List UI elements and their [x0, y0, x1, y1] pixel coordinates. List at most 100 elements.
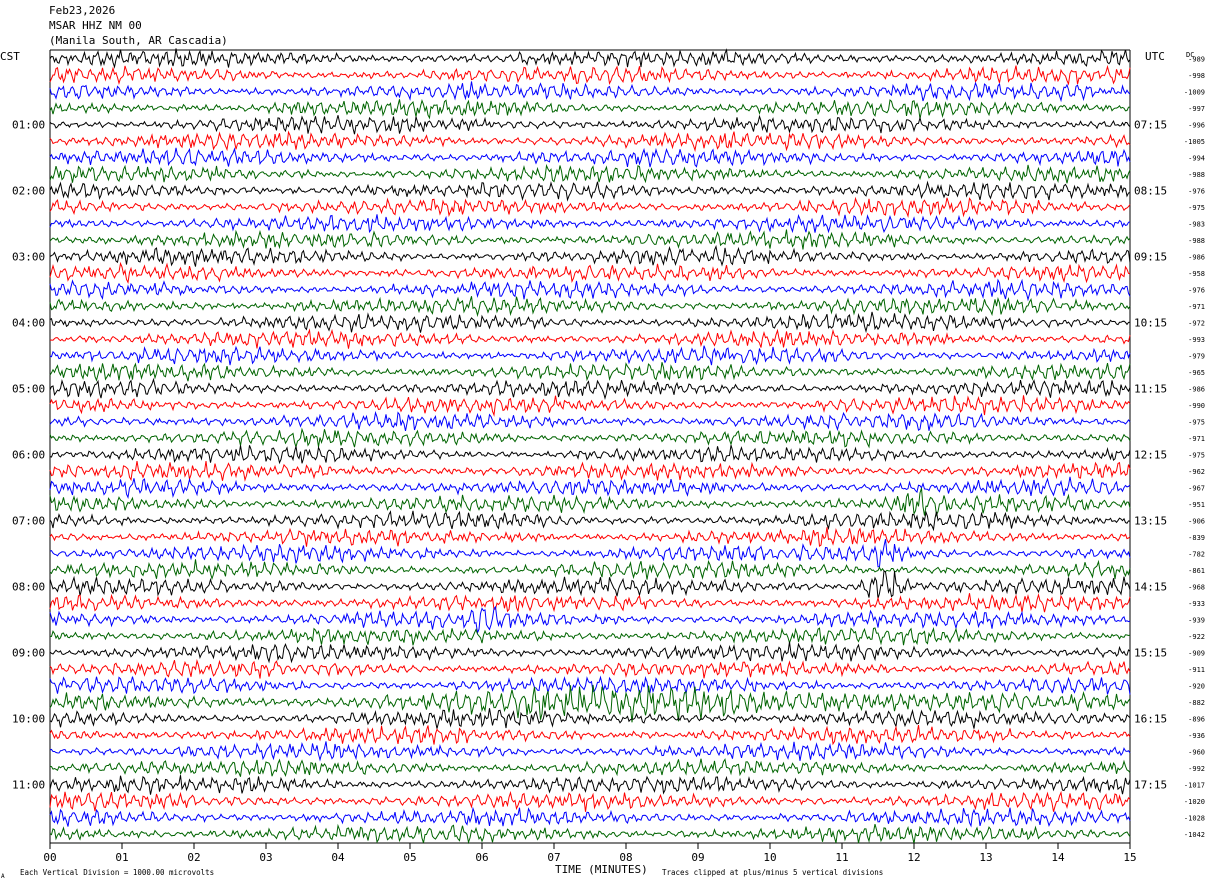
right-time-label: 15:15	[1134, 647, 1167, 660]
dc-offset-label: -1005	[1184, 138, 1205, 146]
x-tick-label: 15	[1123, 851, 1136, 864]
dc-offset-label: -967	[1188, 485, 1205, 493]
right-time-label: 07:15	[1134, 119, 1167, 132]
trace-line	[49, 98, 1131, 120]
dc-offset-label: -920	[1188, 683, 1205, 691]
right-time-label: 11:15	[1134, 383, 1167, 396]
trace-line	[49, 445, 1131, 465]
trace-line	[49, 296, 1131, 318]
trace-line	[49, 570, 1131, 599]
right-timezone-label: UTC	[1145, 50, 1165, 63]
left-time-label: 01:00	[12, 119, 45, 132]
trace-line	[49, 539, 1131, 568]
left-time-label: 05:00	[12, 383, 45, 396]
dc-offset-label: -971	[1188, 303, 1205, 311]
trace-line	[49, 64, 1131, 86]
trace-line	[49, 823, 1131, 845]
trace-line	[49, 593, 1131, 613]
right-time-label: 08:15	[1134, 185, 1167, 198]
dc-offset-label: -979	[1188, 353, 1205, 361]
trace-line	[49, 114, 1131, 135]
dc-offset-label: -993	[1188, 336, 1205, 344]
dc-offset-label: -958	[1188, 270, 1205, 278]
trace-line	[49, 758, 1131, 777]
dc-offset-label: -975	[1188, 452, 1205, 460]
trace-line	[49, 362, 1131, 382]
x-tick-label: 13	[979, 851, 992, 864]
trace-line	[49, 790, 1131, 812]
dc-offset-label: -971	[1188, 435, 1205, 443]
left-time-label: 11:00	[12, 779, 45, 792]
left-time-label: 09:00	[12, 647, 45, 660]
left-time-label: 07:00	[12, 515, 45, 528]
x-tick-label: 11	[835, 851, 848, 864]
trace-line	[49, 328, 1131, 349]
right-time-label: 14:15	[1134, 581, 1167, 594]
dc-offset-label: -972	[1188, 320, 1205, 328]
trace-line	[49, 278, 1131, 302]
dc-offset-label: -782	[1188, 551, 1205, 559]
dc-offset-label: -989	[1188, 56, 1205, 64]
dc-offset-label: -1009	[1184, 89, 1205, 97]
dc-offset-label: -988	[1188, 237, 1205, 245]
trace-line	[49, 510, 1131, 532]
trace-line	[49, 311, 1131, 334]
trace-line	[49, 806, 1131, 828]
right-time-label: 16:15	[1134, 713, 1167, 726]
trace-line	[49, 708, 1131, 729]
dc-offset-label: -1028	[1184, 815, 1205, 823]
right-time-label: 17:15	[1134, 779, 1167, 792]
trace-line	[49, 658, 1131, 679]
trace-line	[49, 261, 1131, 285]
dc-offset-label: -976	[1188, 287, 1205, 295]
dc-offset-label: -951	[1188, 501, 1205, 509]
dc-offset-label: -998	[1188, 72, 1205, 80]
dc-offset-label: -1042	[1184, 831, 1205, 839]
trace-line	[49, 345, 1131, 366]
dc-offset-label: -1017	[1184, 782, 1205, 790]
dc-offset-label: -968	[1188, 584, 1205, 592]
trace-line	[49, 244, 1131, 267]
left-time-label: 02:00	[12, 185, 45, 198]
corner-mark: A	[1, 873, 5, 880]
trace-line	[49, 377, 1131, 400]
trace-line	[49, 725, 1131, 746]
dc-offset-label: -997	[1188, 105, 1205, 113]
right-time-label: 13:15	[1134, 515, 1167, 528]
trace-line	[49, 48, 1131, 69]
dc-offset-label: -939	[1188, 617, 1205, 625]
left-time-label: 04:00	[12, 317, 45, 330]
dc-offset-label: -911	[1188, 666, 1205, 674]
trace-line	[49, 741, 1131, 762]
trace-line	[49, 488, 1131, 517]
right-time-label: 10:15	[1134, 317, 1167, 330]
trace-line	[49, 527, 1131, 547]
dc-offset-label: -909	[1188, 650, 1205, 658]
trace-line	[49, 196, 1131, 218]
dc-offset-label: -933	[1188, 600, 1205, 608]
trace-line	[49, 180, 1131, 202]
x-tick-label: 01	[115, 851, 128, 864]
dc-offset-label: -1020	[1184, 798, 1205, 806]
x-tick-label: 14	[1051, 851, 1065, 864]
left-timezone-label: CST	[0, 50, 20, 63]
trace-line	[49, 675, 1131, 696]
dc-offset-label: -922	[1188, 633, 1205, 641]
trace-line	[49, 427, 1131, 449]
dc-offset-label: -976	[1188, 188, 1205, 196]
right-time-label: 09:15	[1134, 251, 1167, 264]
left-time-label: 03:00	[12, 251, 45, 264]
trace-line	[49, 559, 1131, 581]
x-tick-label: 09	[691, 851, 704, 864]
dc-offset-label: -965	[1188, 369, 1205, 377]
helicorder-plot: CST UTC DC 01:0002:0003:0004:0005:0006:0…	[0, 48, 1205, 880]
dc-offset-label: -986	[1188, 386, 1205, 394]
dc-offset-label: -986	[1188, 254, 1205, 262]
dc-offset-label: -988	[1188, 171, 1205, 179]
trace-line	[49, 410, 1131, 432]
x-tick-label: 04	[331, 851, 345, 864]
dc-offset-label: -936	[1188, 732, 1205, 740]
trace-line	[49, 476, 1131, 499]
dc-offset-label: -896	[1188, 716, 1205, 724]
trace-line	[49, 147, 1131, 168]
